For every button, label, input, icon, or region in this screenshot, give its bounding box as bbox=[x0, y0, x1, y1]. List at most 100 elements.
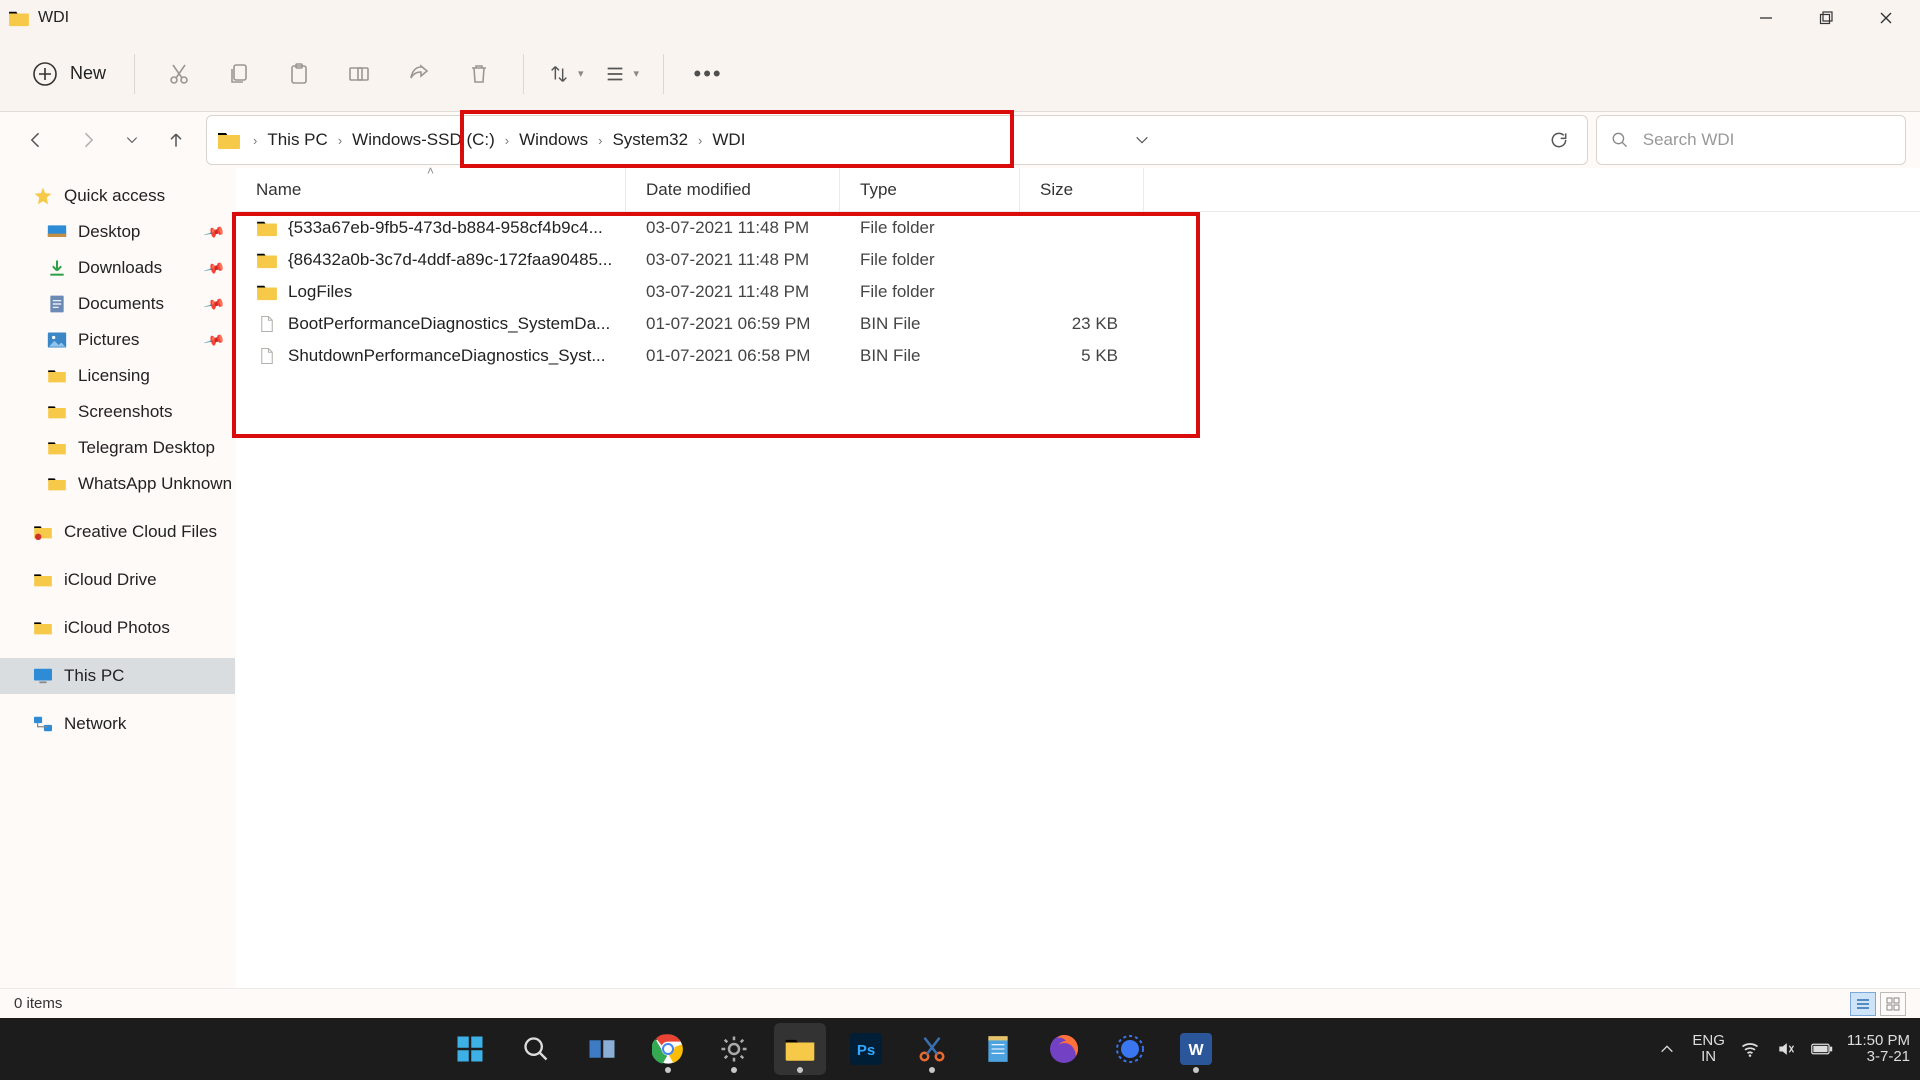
sidebar-item-licensing[interactable]: Licensing bbox=[0, 358, 235, 394]
view-large-icons-button[interactable] bbox=[1880, 992, 1906, 1016]
address-history-button[interactable] bbox=[1120, 118, 1164, 162]
taskbar-notepad[interactable] bbox=[972, 1023, 1024, 1075]
chevron-right-icon[interactable]: › bbox=[247, 133, 263, 148]
sidebar-item-icloud-photos[interactable]: iCloud Photos bbox=[0, 610, 235, 646]
back-button[interactable] bbox=[14, 118, 58, 162]
sidebar-item-screenshots[interactable]: Screenshots bbox=[0, 394, 235, 430]
folder-icon bbox=[32, 617, 54, 639]
more-button[interactable]: ••• bbox=[682, 48, 734, 100]
breadcrumb-item[interactable]: Windows-SSD (C:) bbox=[350, 126, 497, 154]
breadcrumb-item[interactable]: WDI bbox=[710, 126, 747, 154]
file-row[interactable]: ShutdownPerformanceDiagnostics_Syst...01… bbox=[236, 340, 1920, 372]
recent-locations-button[interactable] bbox=[118, 118, 146, 162]
status-bar: 0 items bbox=[0, 988, 1920, 1018]
view-details-button[interactable] bbox=[1850, 992, 1876, 1016]
window-title: WDI bbox=[38, 9, 69, 27]
share-icon bbox=[407, 62, 431, 86]
maximize-button[interactable] bbox=[1796, 0, 1856, 36]
file-type: BIN File bbox=[860, 314, 920, 334]
sidebar-quick-access[interactable]: Quick access bbox=[0, 178, 235, 214]
file-date: 01-07-2021 06:58 PM bbox=[646, 346, 810, 366]
cut-button[interactable] bbox=[153, 48, 205, 100]
folder-row[interactable]: LogFiles03-07-2021 11:48 PMFile folder bbox=[236, 276, 1920, 308]
taskbar-firefox[interactable] bbox=[1038, 1023, 1090, 1075]
sidebar-item-whatsapp[interactable]: WhatsApp Unknown bbox=[0, 466, 235, 502]
task-view-button[interactable] bbox=[576, 1023, 628, 1075]
up-button[interactable] bbox=[154, 118, 198, 162]
sidebar-item-desktop[interactable]: Desktop📌 bbox=[0, 214, 235, 250]
search-input[interactable] bbox=[1643, 130, 1891, 150]
svg-text:W: W bbox=[1189, 1042, 1205, 1059]
sidebar-item-downloads[interactable]: Downloads📌 bbox=[0, 250, 235, 286]
taskbar-photoshop[interactable]: Ps bbox=[840, 1023, 892, 1075]
battery-icon[interactable] bbox=[1811, 1038, 1833, 1060]
column-headers: Name˄ Date modified Type Size bbox=[236, 168, 1920, 212]
sort-button[interactable]: ▾ bbox=[542, 59, 590, 89]
search-box[interactable] bbox=[1596, 115, 1906, 165]
folder-icon bbox=[46, 473, 68, 495]
taskbar-settings[interactable] bbox=[708, 1023, 760, 1075]
search-icon bbox=[522, 1035, 550, 1063]
sidebar-item-documents[interactable]: Documents📌 bbox=[0, 286, 235, 322]
file-type: File folder bbox=[860, 218, 935, 238]
view-icon bbox=[604, 63, 626, 85]
title-folder-icon bbox=[8, 9, 30, 27]
sidebar-item-pictures[interactable]: Pictures📌 bbox=[0, 322, 235, 358]
chevron-right-icon[interactable]: › bbox=[332, 133, 348, 148]
sidebar-item-creative-cloud[interactable]: Creative Cloud Files bbox=[0, 514, 235, 550]
sidebar-item-this-pc[interactable]: This PC bbox=[0, 658, 235, 694]
ellipsis-icon: ••• bbox=[694, 61, 723, 87]
pin-icon: 📌 bbox=[202, 256, 226, 279]
rename-button[interactable] bbox=[333, 48, 385, 100]
column-header-size[interactable]: Size bbox=[1020, 168, 1144, 211]
taskbar-chrome[interactable] bbox=[642, 1023, 694, 1075]
taskbar-clock[interactable]: 11:50 PM3-7-21 bbox=[1847, 1033, 1910, 1066]
chevron-right-icon[interactable]: › bbox=[499, 133, 515, 148]
pin-icon: 📌 bbox=[202, 292, 226, 315]
paste-button[interactable] bbox=[273, 48, 325, 100]
close-button[interactable] bbox=[1856, 0, 1916, 36]
column-header-type[interactable]: Type bbox=[840, 168, 1020, 211]
address-bar[interactable]: › This PC › Windows-SSD (C:) › Windows ›… bbox=[206, 115, 1588, 165]
sidebar-item-label: Licensing bbox=[78, 366, 150, 386]
share-button[interactable] bbox=[393, 48, 445, 100]
chevron-right-icon[interactable]: › bbox=[692, 133, 708, 148]
details-view-icon bbox=[1856, 997, 1870, 1011]
plus-circle-icon bbox=[32, 61, 58, 87]
file-row[interactable]: BootPerformanceDiagnostics_SystemDa...01… bbox=[236, 308, 1920, 340]
taskbar-explorer[interactable] bbox=[774, 1023, 826, 1075]
breadcrumb-item[interactable]: System32 bbox=[610, 126, 690, 154]
start-button[interactable] bbox=[444, 1023, 496, 1075]
sidebar-item-network[interactable]: Network bbox=[0, 706, 235, 742]
sidebar-item-label: Telegram Desktop bbox=[78, 438, 215, 458]
breadcrumb-item[interactable]: This PC bbox=[265, 126, 329, 154]
volume-icon[interactable] bbox=[1775, 1038, 1797, 1060]
taskbar-snip[interactable] bbox=[906, 1023, 958, 1075]
language-indicator[interactable]: ENGIN bbox=[1692, 1033, 1725, 1066]
delete-button[interactable] bbox=[453, 48, 505, 100]
column-header-date[interactable]: Date modified bbox=[626, 168, 840, 211]
refresh-button[interactable] bbox=[1537, 118, 1581, 162]
taskbar-search-button[interactable] bbox=[510, 1023, 562, 1075]
new-button[interactable]: New bbox=[22, 55, 116, 93]
word-icon: W bbox=[1180, 1033, 1212, 1065]
sort-icon bbox=[548, 63, 570, 85]
taskbar-signal[interactable] bbox=[1104, 1023, 1156, 1075]
chevron-right-icon[interactable]: › bbox=[592, 133, 608, 148]
minimize-button[interactable] bbox=[1736, 0, 1796, 36]
folder-row[interactable]: {86432a0b-3c7d-4ddf-a89c-172faa90485...0… bbox=[236, 244, 1920, 276]
breadcrumb-item[interactable]: Windows bbox=[517, 126, 590, 154]
forward-button[interactable] bbox=[66, 118, 110, 162]
wifi-icon[interactable] bbox=[1739, 1038, 1761, 1060]
taskbar-word[interactable]: W bbox=[1170, 1023, 1222, 1075]
view-button[interactable]: ▾ bbox=[598, 59, 646, 89]
system-tray: ENGIN 11:50 PM3-7-21 bbox=[1656, 1033, 1910, 1066]
copy-button[interactable] bbox=[213, 48, 265, 100]
column-header-name[interactable]: Name˄ bbox=[236, 168, 626, 211]
sidebar-item-telegram[interactable]: Telegram Desktop bbox=[0, 430, 235, 466]
document-icon bbox=[46, 293, 68, 315]
svg-text:Ps: Ps bbox=[857, 1042, 875, 1059]
tray-expand-button[interactable] bbox=[1656, 1038, 1678, 1060]
sidebar-item-icloud-drive[interactable]: iCloud Drive bbox=[0, 562, 235, 598]
folder-row[interactable]: {533a67eb-9fb5-473d-b884-958cf4b9c4...03… bbox=[236, 212, 1920, 244]
